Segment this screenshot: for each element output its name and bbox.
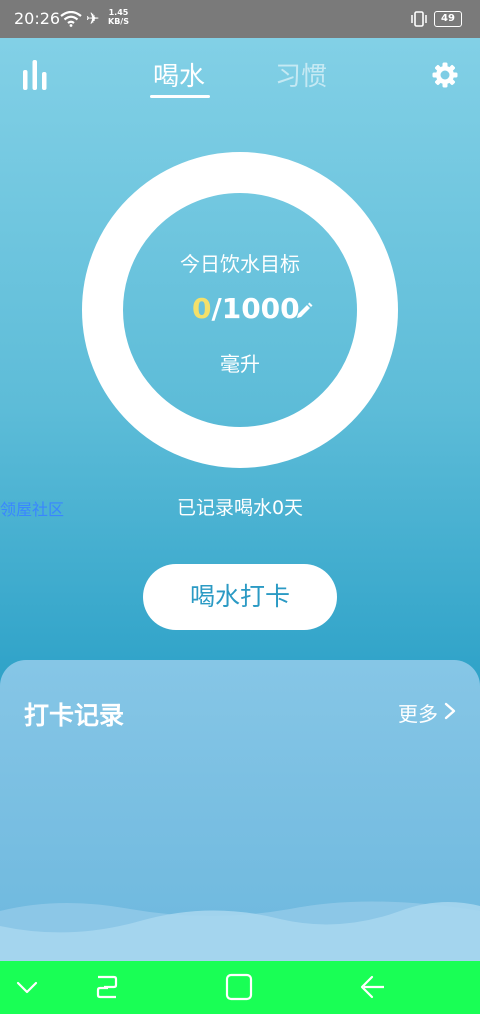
settings-icon[interactable] [432,62,458,88]
wifi-icon [60,11,82,27]
edit-goal-icon[interactable] [295,302,313,320]
checkin-records-card: 打卡记录 更多 [0,660,480,961]
wave-decoration [0,901,480,961]
statistics-icon[interactable] [22,60,48,90]
airplane-icon: ✈ [86,9,100,28]
goal-value: 0/1000 [192,292,300,325]
battery-indicator: 49 [434,11,462,27]
chevron-right-icon[interactable] [444,702,456,720]
recorded-days-text: 已记录喝水0天 [176,497,304,519]
status-time: 20:26 [14,9,61,28]
more-link[interactable]: 更多 [398,698,438,727]
network-speed: 1.45 KB/S [108,8,129,26]
back-icon[interactable] [358,973,386,1001]
recent-apps-icon[interactable] [94,973,120,1001]
target-intake: /1000 [211,292,300,325]
vibrate-icon [411,11,427,27]
current-intake: 0 [192,292,212,325]
tab-drink-water[interactable]: 喝水 [153,56,205,93]
records-title: 打卡记录 [24,701,125,730]
tab-habit[interactable]: 习惯 [275,56,327,93]
status-bar: 20:26 ✈ 1.45 KB/S 49 [0,0,480,38]
chevron-down-icon[interactable] [16,981,38,995]
system-nav-bar [0,961,480,1014]
goal-unit: 毫升 [220,352,260,376]
active-tab-indicator [150,95,210,98]
goal-title: 今日饮水目标 [180,252,300,276]
drink-checkin-button[interactable]: 喝水打卡 [143,564,337,630]
home-icon[interactable] [225,973,253,1001]
